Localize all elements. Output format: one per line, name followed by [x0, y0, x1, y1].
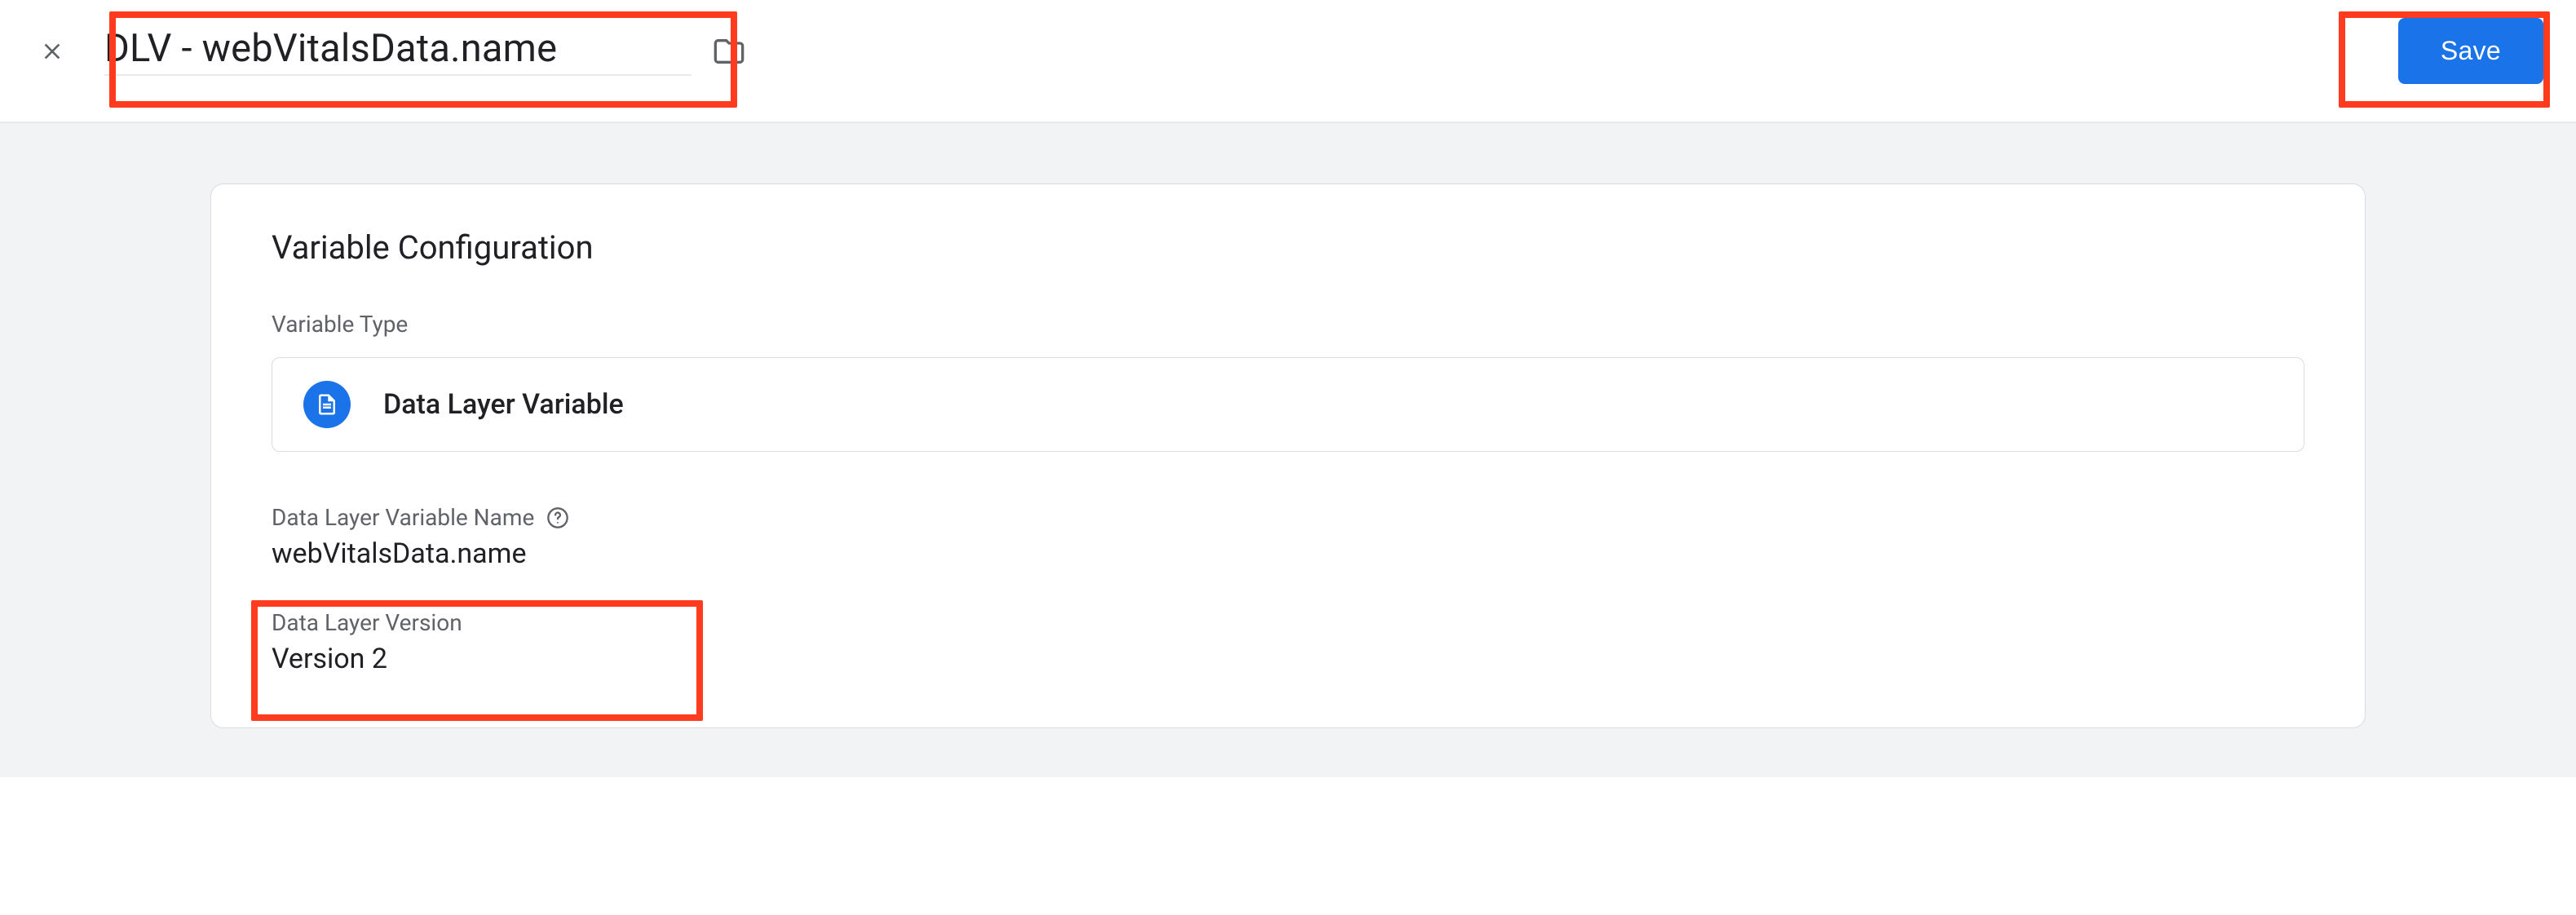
save-button[interactable]: Save: [2398, 18, 2543, 84]
editor-header: DLV - webVitalsData.name Save: [0, 0, 2576, 123]
close-button[interactable]: [33, 32, 72, 71]
variable-type-selector[interactable]: Data Layer Variable: [272, 357, 2304, 452]
data-layer-variable-icon: [303, 381, 351, 428]
variable-name-input[interactable]: DLV - webVitalsData.name: [104, 26, 691, 76]
variable-type-name: Data Layer Variable: [383, 388, 624, 421]
dlv-name-label: Data Layer Variable Name: [272, 504, 534, 531]
dlv-version-field: Data Layer Version Version 2: [272, 609, 2304, 675]
dlv-version-value[interactable]: Version 2: [272, 643, 2304, 675]
variable-configuration-card: Variable Configuration Variable Type Dat…: [210, 183, 2366, 728]
folder-icon: [713, 35, 745, 68]
dlv-name-value[interactable]: webVitalsData.name: [272, 537, 2304, 570]
folder-button[interactable]: [711, 33, 747, 69]
title-group: DLV - webVitalsData.name: [104, 26, 747, 76]
editor-body: Variable Configuration Variable Type Dat…: [0, 123, 2576, 777]
close-icon: [39, 38, 65, 64]
dlv-name-field: Data Layer Variable Name webVitalsData.n…: [272, 504, 2304, 570]
variable-type-label: Variable Type: [272, 311, 2304, 338]
help-icon[interactable]: [546, 506, 570, 530]
dlv-version-label: Data Layer Version: [272, 609, 462, 636]
card-title: Variable Configuration: [272, 228, 2304, 267]
